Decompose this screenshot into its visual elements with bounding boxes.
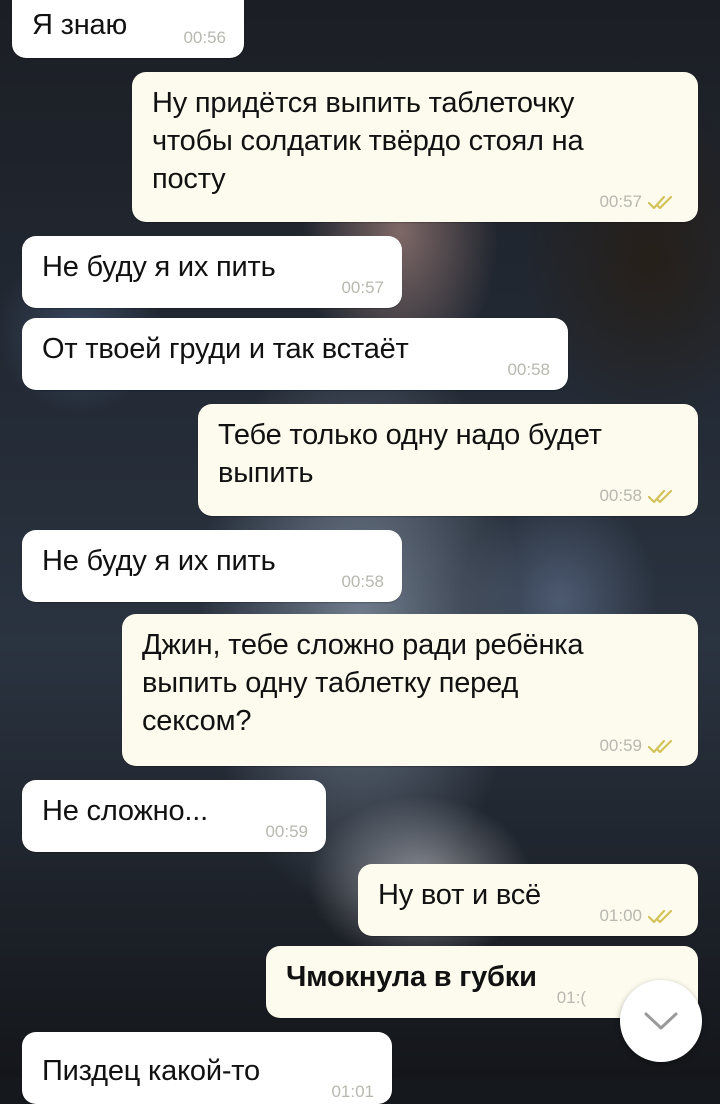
message-time: 01:00: [599, 906, 642, 925]
double-check-icon: [648, 489, 673, 504]
message-time: 00:58: [341, 572, 384, 591]
outgoing-message[interactable]: Джин, тебе сложно ради ребёнка выпить од…: [122, 614, 698, 766]
message-time: 01:01: [331, 1082, 374, 1101]
incoming-message[interactable]: От твоей груди и так встаёт 00:58: [22, 318, 568, 390]
message-meta: 00:57: [341, 278, 384, 298]
message-text: Не буду я их пить: [42, 251, 276, 283]
message-time: 00:56: [183, 28, 226, 47]
incoming-message[interactable]: Не буду я их пить 00:58: [22, 530, 402, 602]
message-time: 00:57: [599, 192, 642, 211]
message-meta: 00:56: [183, 28, 226, 48]
message-meta: 00:57: [599, 192, 680, 212]
message-text: Чмокнула в губки: [286, 961, 537, 993]
message-time: 00:59: [265, 822, 308, 841]
message-meta: 00:59: [265, 822, 308, 842]
scroll-down-button[interactable]: [620, 980, 702, 1062]
incoming-message[interactable]: Не буду я их пить 00:57: [22, 236, 402, 308]
double-check-icon: [648, 195, 673, 210]
message-text: От твоей груди и так встаёт: [42, 333, 409, 365]
chevron-down-icon: [644, 1012, 678, 1030]
message-time: 01:(: [556, 988, 586, 1007]
message-text: Тебе только одну надо будет выпить: [218, 419, 602, 489]
double-check-icon: [648, 909, 673, 924]
message-text: Джин, тебе сложно ради ребёнка выпить од…: [142, 629, 584, 737]
message-meta: 00:59: [599, 736, 680, 756]
message-meta: 01:01: [331, 1082, 374, 1102]
message-time: 00:58: [507, 360, 550, 379]
outgoing-message[interactable]: Ну вот и всё 01:00: [358, 864, 698, 936]
message-list[interactable]: Я знаю 00:56 Ну придётся выпить таблеточ…: [0, 0, 720, 1104]
message-text: Не буду я их пить: [42, 545, 276, 577]
outgoing-message[interactable]: Тебе только одну надо будет выпить 00:58: [198, 404, 698, 516]
incoming-message[interactable]: Пиздец какой-то 01:01: [22, 1032, 392, 1104]
message-time: 00:58: [599, 486, 642, 505]
message-time: 00:57: [341, 278, 384, 297]
message-meta: 00:58: [599, 486, 680, 506]
incoming-message[interactable]: Я знаю 00:56: [12, 0, 244, 58]
message-meta: 00:58: [507, 360, 550, 380]
double-check-icon: [648, 739, 673, 754]
message-meta: 01:00: [599, 906, 680, 926]
message-meta: 01:(: [557, 988, 586, 1008]
message-meta: 00:58: [341, 572, 384, 592]
message-text: Ну придётся выпить таблеточку чтобы солд…: [152, 87, 584, 195]
message-time: 00:59: [599, 736, 642, 755]
outgoing-message[interactable]: Ну придётся выпить таблеточку чтобы солд…: [132, 72, 698, 222]
incoming-message[interactable]: Не сложно... 00:59: [22, 780, 326, 852]
message-text: Пиздец какой-то: [42, 1055, 260, 1087]
